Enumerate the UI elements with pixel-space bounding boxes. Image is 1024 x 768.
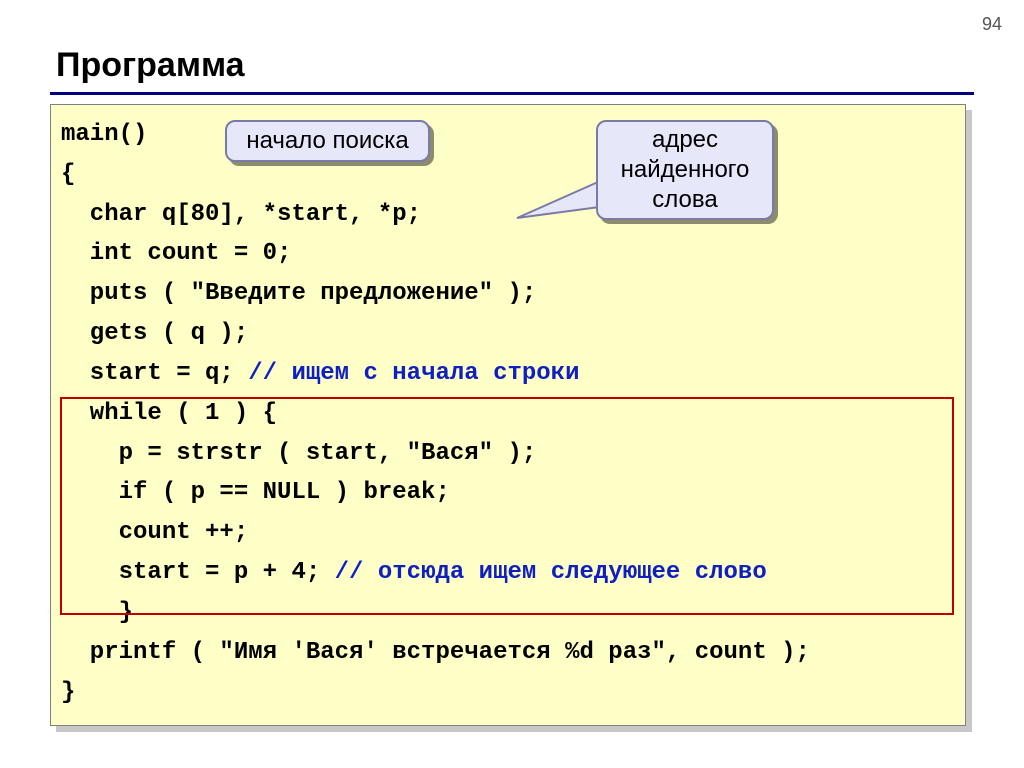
page-title: Программа [56,46,245,85]
code-line: puts ( "Введите предложение" ); [61,280,536,307]
callout-address: адрес найденного слова [596,120,774,220]
code-line: } [61,679,75,706]
callout-text-line: адрес [652,125,718,155]
code-line: int count = 0; [61,240,291,267]
highlight-box [60,397,954,615]
code-line: char q[80], *start, *p; [61,201,421,228]
code-line: printf ( "Имя 'Вася' встречается %d раз"… [61,639,810,666]
page-number: 94 [982,14,1002,35]
callout-text-line: слова [652,185,717,215]
slide: 94 Программа main() { char q[80], *start… [0,0,1024,768]
code-line: start = q; [61,360,248,387]
callout-start-search: начало поиска [225,120,430,162]
callout-text-line: найденного [621,155,750,185]
callout-text: начало поиска [246,126,408,156]
code-line: main() [61,121,147,148]
code-comment: // ищем с начала строки [248,360,579,387]
code-line: { [61,161,75,188]
title-rule [50,92,974,95]
code-line: gets ( q ); [61,320,248,347]
